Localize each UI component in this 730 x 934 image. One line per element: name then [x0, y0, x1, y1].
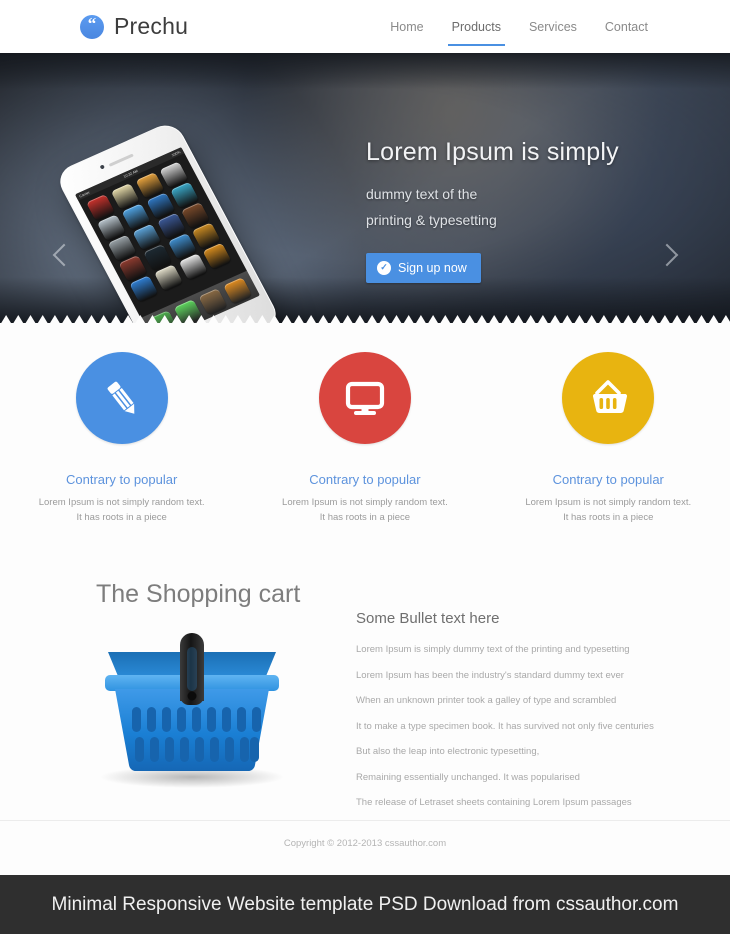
phone-dock-icon [222, 276, 253, 304]
pencil-icon [107, 381, 134, 414]
quote-logo-icon: “ [80, 14, 104, 39]
hero-subtext-line1: dummy text of the [366, 186, 478, 202]
hero-subtext: dummy text of the printing & typesetting [366, 182, 676, 234]
hero-heading: Lorem Ipsum is simply [366, 138, 619, 166]
main-nav: Home Products Services Contact [390, 0, 648, 53]
iphone-mockup: Carrier 10:32 AM 100% [53, 119, 307, 323]
hero-subtext-line2: printing & typesetting [366, 211, 497, 228]
logo[interactable]: “ Prechu [80, 13, 188, 40]
bullet-item: When an unknown printer took a galley of… [356, 695, 617, 706]
bullet-list-block: Some Bullet text here Lorem Ipsum is sim… [356, 610, 656, 824]
feature-card-2: Contrary to popular Lorem Ipsum is not s… [243, 352, 486, 525]
nav-item-products[interactable]: Products [447, 0, 506, 53]
signup-button[interactable]: ✓ Sign up now [366, 252, 481, 283]
feature-title: Contrary to popular [309, 472, 421, 487]
copyright-text: Copyright © 2012-2013 cssauthor.com [283, 838, 447, 849]
feature-body-line2: It has roots in a piece [319, 512, 411, 524]
feature-card-1: Contrary to popular Lorem Ipsum is not s… [0, 352, 243, 525]
check-circle-icon: ✓ [377, 260, 391, 275]
phone-dock-icon [198, 287, 228, 315]
feature-body-line2: It has roots in a piece [563, 512, 654, 524]
bullet-item: Lorem Ipsum is simply dummy text of the … [356, 644, 630, 655]
features-row: Contrary to popular Lorem Ipsum is not s… [0, 352, 730, 525]
bullet-item: Remaining essentially unchanged. It was … [356, 771, 580, 783]
feature-body-line1: Lorem Ipsum is not simply random text. [38, 497, 205, 508]
feature-body: Lorem Ipsum is not simply random text. I… [22, 495, 222, 525]
hero-copy: Lorem Ipsum is simply dummy text of the … [366, 138, 676, 283]
monitor-icon-circle[interactable] [318, 352, 411, 444]
logo-text: Prechu [114, 13, 189, 39]
feature-title: Contrary to popular [66, 472, 178, 487]
monitor-icon [345, 381, 385, 415]
feature-body-line2: It has roots in a piece [76, 512, 167, 524]
bullet-item: But also the leap into electronic typese… [356, 746, 540, 757]
feature-card-3: Contrary to popular Lorem Ipsum is not s… [487, 352, 730, 525]
page-root: “ Prechu Home Products Services Contact … [0, 0, 730, 934]
feature-body-line1: Lorem Ipsum is not simply random text. [525, 497, 692, 508]
chevron-right-icon[interactable] [655, 239, 681, 283]
bullet-item: Lorem Ipsum has been the industry's stan… [356, 669, 624, 681]
signup-button-label: Sign up now [398, 260, 467, 275]
front-camera-icon [99, 164, 106, 170]
caption-bar: Minimal Responsive Website template PSD … [0, 875, 730, 934]
zigzag-divider [0, 315, 730, 325]
nav-item-services[interactable]: Services [529, 0, 577, 53]
bullet-list: Lorem Ipsum is simply dummy text of the … [356, 645, 656, 808]
feature-body: Lorem Ipsum is not simply random text. I… [508, 495, 708, 525]
pencil-icon-circle[interactable] [75, 352, 168, 444]
feature-title: Contrary to popular [552, 472, 664, 487]
feature-body: Lorem Ipsum is not simply random text. I… [265, 495, 465, 525]
bullets-heading: Some Bullet text here [356, 610, 500, 627]
footer-divider [0, 820, 730, 821]
phone-screen: Carrier 10:32 AM 100% [74, 147, 261, 323]
hero-top-shade [0, 53, 730, 89]
chevron-left-icon[interactable] [52, 239, 78, 283]
bullet-item: The release of Letraset sheets containin… [356, 797, 632, 808]
section-title: The Shopping cart [96, 580, 301, 608]
shopping-basket-icon [591, 380, 628, 414]
earpiece-speaker [108, 153, 134, 167]
shopping-basket-icon-circle[interactable] [562, 352, 655, 444]
nav-item-home[interactable]: Home [390, 0, 423, 53]
blue-shopping-basket-illustration [75, 625, 310, 795]
nav-item-contact[interactable]: Contact [605, 0, 648, 53]
site-header: “ Prechu Home Products Services Contact [0, 0, 730, 53]
feature-body-line1: Lorem Ipsum is not simply random text. [282, 497, 448, 508]
hero-slider: Carrier 10:32 AM 100% Lorem Ipsum is sim… [0, 53, 730, 323]
bullet-item: It to make a type specimen book. It has … [356, 720, 654, 732]
caption-text: Minimal Responsive Website template PSD … [51, 893, 679, 915]
